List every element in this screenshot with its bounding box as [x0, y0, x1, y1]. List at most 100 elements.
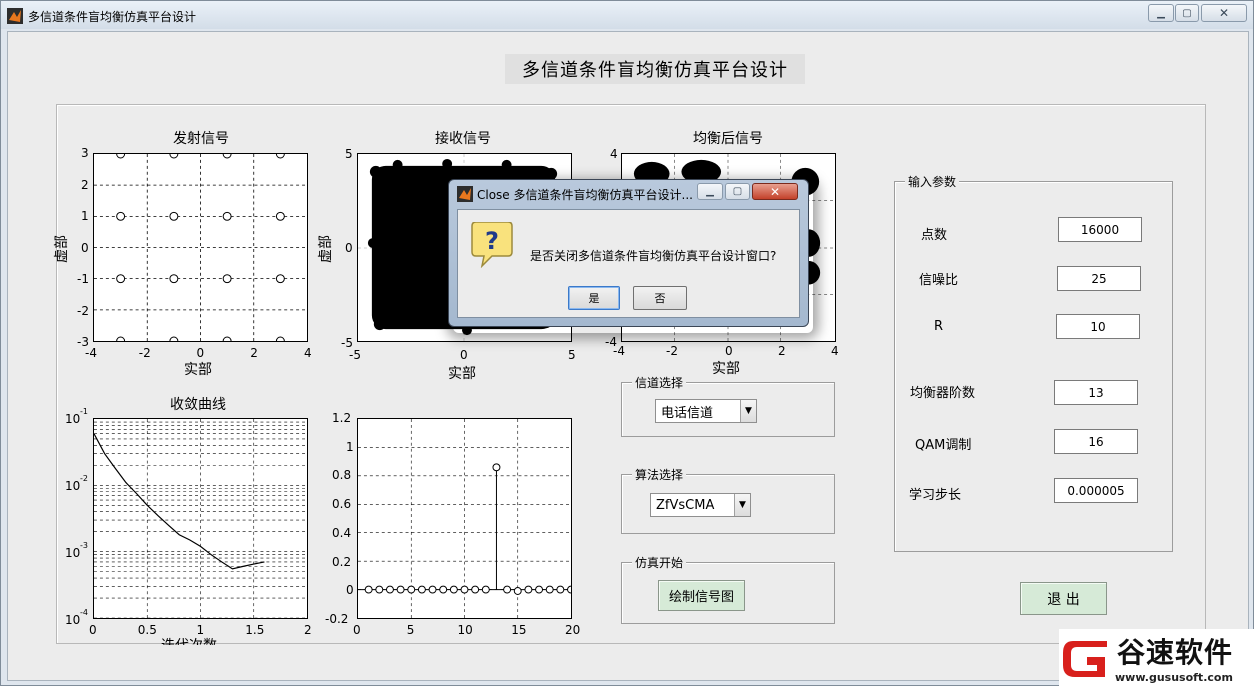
dialog-close-button[interactable]: ✕ — [752, 183, 798, 200]
watermark-url: www.gususoft.com — [1115, 671, 1233, 684]
param-label-order: 均衡器阶数 — [910, 386, 976, 401]
convergence-ytick-exponent: -3 — [80, 541, 88, 550]
algorithm-select[interactable]: ZfVsCMA ▼ — [650, 493, 751, 517]
stem-xtick: 10 — [457, 623, 473, 637]
transmit-ytick: 2 — [81, 177, 89, 192]
stem-point — [535, 585, 544, 594]
param-input-snr[interactable]: 25 — [1057, 266, 1141, 291]
transmit-point — [169, 274, 179, 284]
dialog-minimize-button[interactable]: ▁ — [697, 183, 723, 200]
convergence-ytick-exponent: -2 — [80, 474, 88, 483]
transmit-plot[interactable] — [93, 153, 308, 342]
param-input-points[interactable]: 16000 — [1058, 217, 1142, 242]
equalized-ytick: 4 — [610, 147, 618, 161]
transmit-xtick: 2 — [250, 346, 258, 360]
stem-point — [492, 463, 501, 472]
param-input-step[interactable]: 0.000005 — [1054, 478, 1138, 503]
stem-ytick: 0.4 — [332, 525, 352, 540]
page-title: 多信道条件盲均衡仿真平台设计 — [505, 54, 805, 84]
chevron-down-icon[interactable]: ▼ — [734, 494, 750, 516]
stem-point — [524, 585, 533, 594]
equalized-plot-title: 均衡后信号 — [693, 131, 763, 147]
channel-group-title: 信道选择 — [632, 374, 687, 391]
convergence-xtick: 0 — [89, 623, 97, 637]
dialog-no-button[interactable]: 否 — [633, 286, 687, 310]
transmit-ytick: 1 — [81, 209, 89, 223]
convergence-ytick: 10 — [65, 546, 81, 560]
stem-ytick: -0.2 — [325, 612, 349, 626]
transmit-ytick: 3 — [81, 146, 89, 160]
plot-signals-button[interactable]: 绘制信号图 — [658, 580, 745, 611]
stem-point — [567, 585, 571, 594]
convergence-plot[interactable] — [93, 418, 308, 619]
app-window: 多信道条件盲均衡仿真平台设计 ▁ ▢ ✕ 多信道条件盲均衡仿真平台设计 发射信号… — [0, 0, 1254, 687]
equalized-xlabel: 实部 — [712, 361, 740, 377]
stem-xtick: 20 — [565, 623, 581, 637]
stem-xtick: 0 — [353, 623, 361, 637]
exit-button[interactable]: 退 出 — [1020, 582, 1107, 615]
convergence-ytick: 10 — [65, 479, 81, 493]
stem-ytick: 1.2 — [332, 411, 352, 425]
transmit-point — [222, 211, 232, 221]
transmit-point — [116, 154, 126, 159]
receive-ytick: 5 — [345, 147, 353, 161]
param-input-r[interactable]: 10 — [1056, 314, 1140, 339]
title-bar[interactable]: 多信道条件盲均衡仿真平台设计 ▁ ▢ ✕ — [1, 1, 1253, 29]
stem-point — [385, 585, 394, 594]
equalized-xtick: 0 — [725, 344, 733, 358]
stem-point — [460, 585, 469, 594]
transmit-point — [169, 211, 179, 221]
convergence-ytick: 10 — [65, 412, 81, 426]
transmit-point — [222, 154, 232, 159]
stem-ytick: 0 — [346, 583, 354, 598]
dialog-yes-button[interactable]: 是 — [568, 286, 620, 310]
stem-point — [364, 585, 373, 594]
watermark-logo: 谷速软件 www.gususoft.com — [1059, 629, 1254, 687]
params-group-title: 输入参数 — [905, 173, 960, 190]
stem-plot[interactable] — [357, 418, 572, 619]
transmit-ytick: 0 — [81, 240, 89, 255]
minimize-button[interactable]: ▁ — [1148, 4, 1174, 22]
transmit-ytick: -2 — [77, 303, 89, 318]
maximize-button[interactable]: ▢ — [1175, 4, 1199, 22]
stem-point — [471, 585, 480, 594]
transmit-point — [275, 336, 285, 341]
svg-text:?: ? — [485, 227, 499, 255]
convergence-xtick: 2 — [304, 623, 312, 637]
convergence-ytick: 10 — [65, 613, 81, 627]
convergence-xtick: 1.5 — [245, 623, 265, 637]
stem-point — [396, 585, 405, 594]
maximize-icon: ▢ — [732, 186, 743, 197]
stem-xtick: 15 — [511, 623, 527, 637]
transmit-xlabel: 实部 — [184, 362, 212, 378]
transmit-point — [275, 154, 285, 159]
receive-ytick: 0 — [345, 241, 353, 255]
convergence-ytick-exponent: -4 — [80, 608, 88, 617]
gusu-logo-icon — [1063, 641, 1107, 677]
stem-point — [545, 585, 554, 594]
matlab-icon — [457, 186, 473, 202]
minimize-icon: ▁ — [706, 186, 714, 197]
receive-xtick: -5 — [349, 348, 361, 362]
chevron-down-icon[interactable]: ▼ — [740, 400, 756, 422]
convergence-xlabel: 迭代次数 — [161, 635, 217, 645]
watermark-brand: 谷速软件 — [1117, 636, 1234, 669]
maximize-icon: ▢ — [1182, 7, 1192, 19]
stem-ytick: 0.6 — [332, 497, 352, 512]
transmit-point — [222, 336, 232, 341]
dialog-maximize-button[interactable]: ▢ — [725, 183, 750, 200]
equalized-xtick: -4 — [613, 344, 625, 358]
transmit-xtick: 0 — [196, 346, 205, 360]
param-input-qam[interactable]: 16 — [1054, 429, 1138, 454]
stem-ytick: 0.8 — [332, 468, 352, 483]
equalized-xtick: 2 — [778, 344, 786, 358]
channel-select[interactable]: 电话信道 ▼ — [655, 399, 757, 423]
simulation-group-title: 仿真开始 — [632, 554, 687, 571]
param-input-order[interactable]: 13 — [1054, 380, 1138, 405]
close-button[interactable]: ✕ — [1201, 4, 1247, 22]
transmit-point — [116, 336, 126, 341]
transmit-point — [169, 154, 179, 159]
transmit-point — [275, 211, 285, 221]
stem-ytick: 0.2 — [332, 554, 352, 569]
transmit-ylabel: 虚部 — [54, 235, 70, 263]
